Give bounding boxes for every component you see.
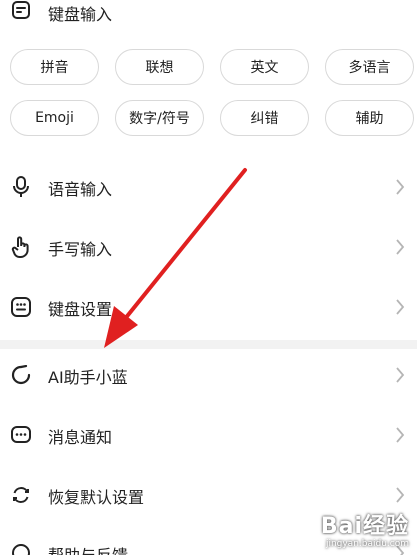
- ai-assistant-label: AI助手小蓝: [48, 368, 128, 387]
- chip-association[interactable]: 联想: [115, 49, 204, 85]
- handwriting-input-label: 手写输入: [48, 240, 113, 259]
- handwriting-input-row[interactable]: 手写输入: [0, 230, 417, 264]
- chevron-right-icon: [396, 487, 405, 503]
- message-notification-label: 消息通知: [48, 428, 113, 447]
- chip-english[interactable]: 英文: [220, 49, 309, 85]
- message-icon: [10, 424, 32, 446]
- voice-input-label: 语音输入: [48, 180, 113, 199]
- restore-defaults-label: 恢复默认设置: [48, 488, 145, 507]
- ai-assistant-row[interactable]: AI助手小蓝: [0, 358, 417, 392]
- chip-numbers-symbols[interactable]: 数字/符号: [115, 100, 204, 136]
- chevron-right-icon: [396, 239, 405, 255]
- chevron-right-icon: [396, 367, 405, 383]
- chip-assist[interactable]: 辅助: [325, 100, 414, 136]
- settings-page: 键盘输入 拼音 联想 英文 多语言 Emoji 数字/符号 纠错 辅助 语音输入…: [0, 0, 417, 555]
- chip-pinyin[interactable]: 拼音: [10, 49, 99, 85]
- chevron-right-icon: [396, 179, 405, 195]
- hand-pointer-icon: [10, 236, 32, 258]
- keyboard-input-row[interactable]: 键盘输入: [0, 0, 417, 24]
- keyboard-input-icon: [10, 0, 32, 22]
- keyboard-settings-row[interactable]: 键盘设置: [0, 290, 417, 324]
- message-notification-row[interactable]: 消息通知: [0, 418, 417, 452]
- restore-icon: [10, 484, 32, 506]
- help-feedback-label: 帮助与反馈: [48, 542, 128, 555]
- chip-multilanguage[interactable]: 多语言: [325, 49, 414, 85]
- help-icon: [10, 542, 32, 555]
- section-divider: [0, 340, 417, 349]
- watermark-brand: Bai经验: [320, 514, 409, 539]
- chevron-right-icon: [396, 427, 405, 443]
- watermark-url: jingyan.baidu.com: [325, 539, 409, 549]
- chip-emoji[interactable]: Emoji: [10, 100, 99, 136]
- keyboard-icon: [10, 296, 32, 318]
- restore-defaults-row[interactable]: 恢复默认设置: [0, 478, 417, 512]
- voice-input-row[interactable]: 语音输入: [0, 170, 417, 204]
- keyboard-settings-label: 键盘设置: [48, 300, 113, 319]
- chevron-right-icon: [396, 299, 405, 315]
- keyboard-input-label: 键盘输入: [48, 5, 113, 24]
- chip-correction[interactable]: 纠错: [220, 100, 309, 136]
- microphone-icon: [10, 176, 32, 198]
- ai-assistant-icon: [10, 364, 32, 386]
- watermark: Bai经验 jingyan.baidu.com: [321, 516, 409, 549]
